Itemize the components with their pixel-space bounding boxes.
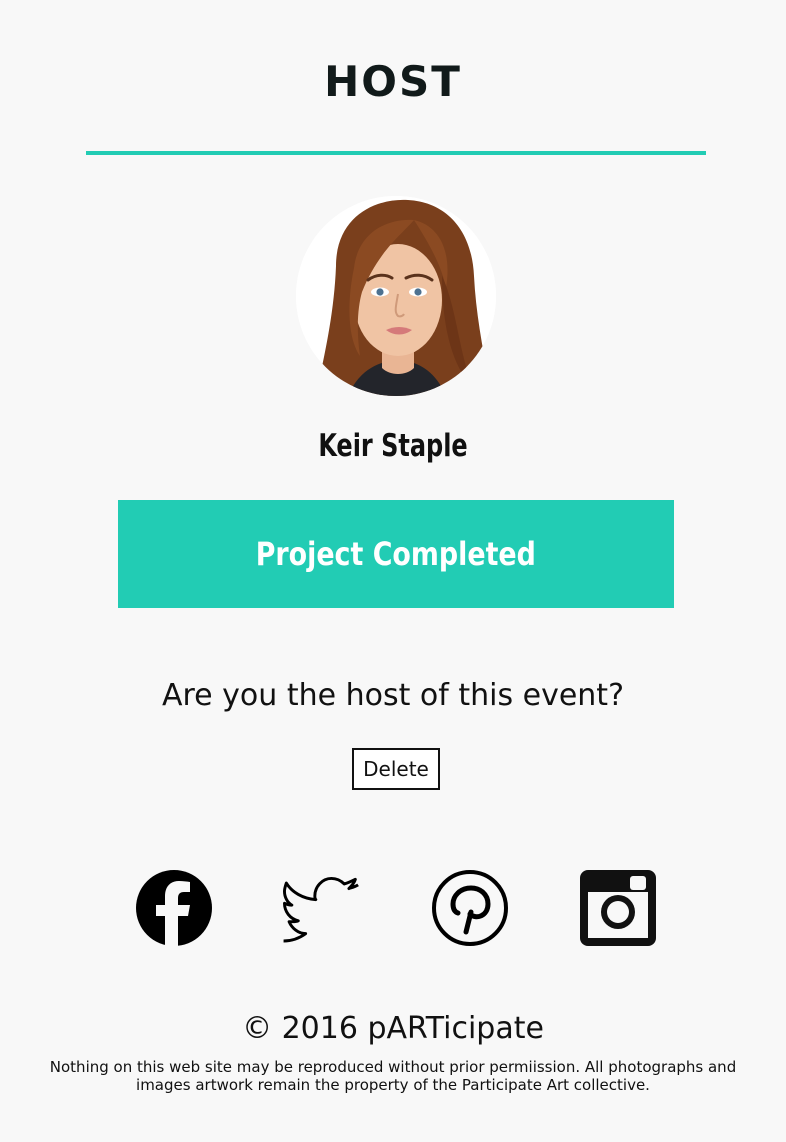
social-links [0, 868, 786, 948]
project-status-label: Project Completed [255, 535, 537, 573]
pinterest-icon [432, 870, 508, 946]
instagram-link[interactable] [578, 868, 658, 948]
copyright-text: © 2016 pARTicipate [242, 1011, 544, 1046]
avatar-portrait-icon [296, 196, 496, 396]
title-divider [86, 151, 706, 155]
host-avatar [296, 196, 496, 396]
delete-button[interactable]: Delete [352, 748, 440, 790]
twitter-link[interactable] [282, 868, 362, 948]
facebook-icon [136, 870, 212, 946]
section-title: HOST [324, 57, 462, 106]
facebook-link[interactable] [134, 868, 214, 948]
instagram-icon [580, 870, 656, 946]
twitter-icon [283, 876, 359, 943]
host-question: Are you the host of this event? [161, 678, 624, 713]
host-name: Keir Staple [318, 428, 468, 464]
disclaimer-text: Nothing on this web site may be reproduc… [49, 1058, 737, 1094]
host-page: HOST Keir Staple Project Completed Are y… [0, 0, 786, 1142]
project-status-button[interactable]: Project Completed [118, 500, 674, 608]
pinterest-link[interactable] [430, 868, 510, 948]
